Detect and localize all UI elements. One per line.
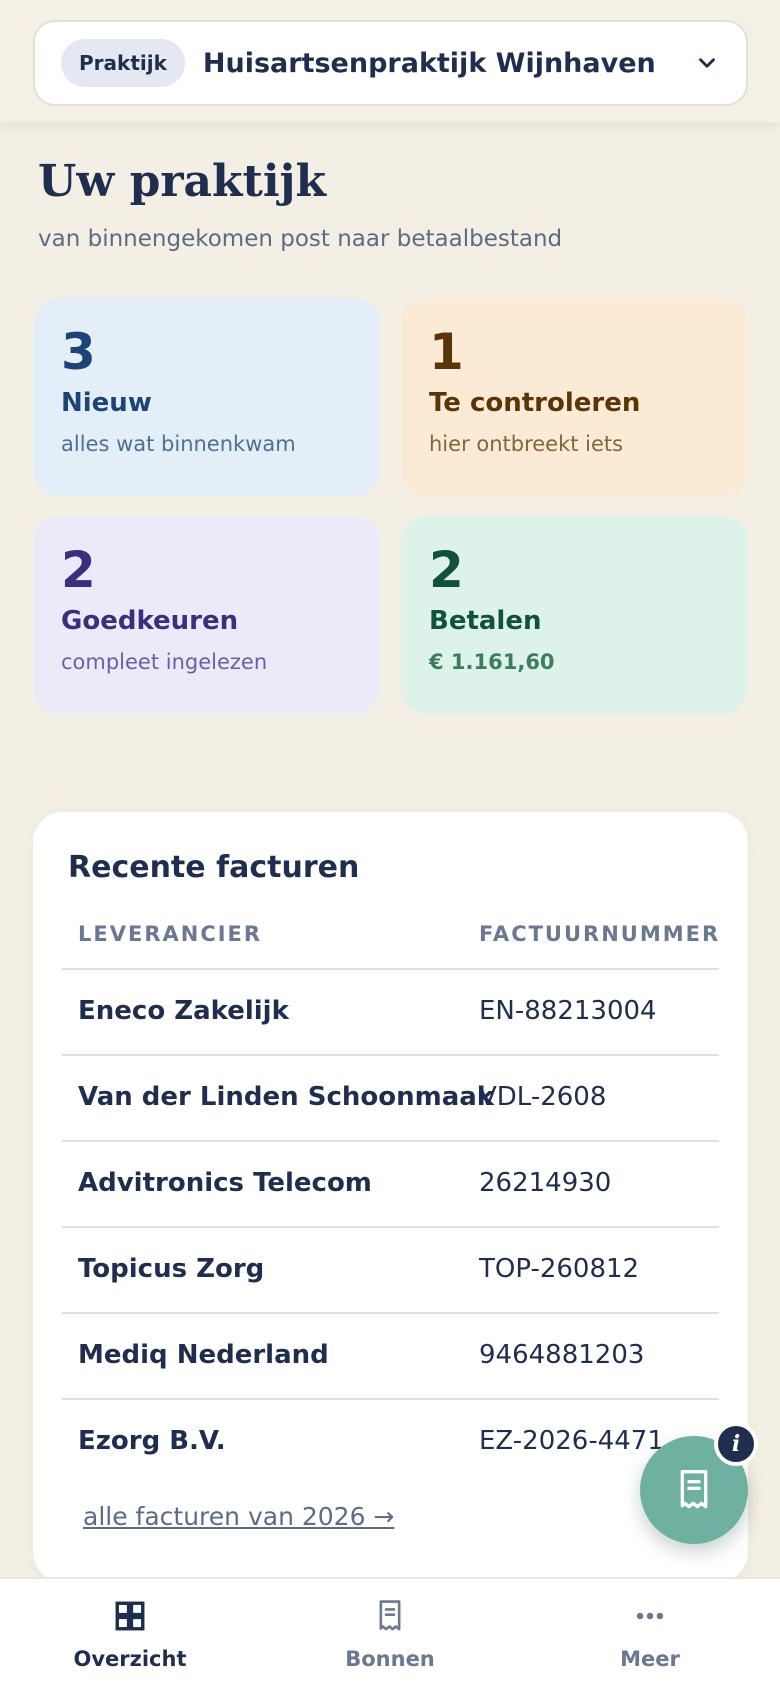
nav-item-bonnen[interactable]: Bonnen — [260, 1579, 520, 1688]
invoice-number-cell: 26214930 — [479, 1168, 612, 1198]
stat-card-nieuw[interactable]: 3 Nieuw alles wat binnenkwam — [33, 298, 380, 496]
all-invoices-link[interactable]: alle facturen van 2026 → — [83, 1502, 394, 1531]
table-row[interactable]: Eneco Zakelijk EN-88213004 — [62, 970, 719, 1056]
receipt-icon — [680, 1469, 708, 1509]
stat-label: Goedkeuren — [61, 606, 239, 636]
table-row[interactable]: Advitronics Telecom 26214930 — [62, 1142, 719, 1228]
nav-item-meer[interactable]: Meer — [520, 1579, 780, 1688]
practice-selector[interactable]: Praktijk Huisartsenpraktijk Wijnhaven — [33, 20, 748, 106]
invoice-number-cell: VDL-2608 — [479, 1082, 607, 1112]
supplier-cell: Mediq Nederland — [78, 1340, 329, 1370]
supplier-cell: Van der Linden Schoonmaak — [78, 1082, 495, 1112]
invoice-number-cell: EZ-2026-4471 — [479, 1426, 664, 1456]
practice-pill: Praktijk — [61, 39, 185, 87]
supplier-cell: Advitronics Telecom — [78, 1168, 372, 1198]
stat-card-betalen[interactable]: 2 Betalen € 1.161,60 — [401, 516, 748, 714]
stat-amount: € 1.161,60 — [429, 650, 555, 674]
stat-count: 2 — [61, 541, 96, 599]
supplier-cell: Ezorg B.V. — [78, 1426, 226, 1456]
table-row[interactable]: Ezorg B.V. EZ-2026-4471 — [62, 1400, 719, 1486]
supplier-cell: Topicus Zorg — [78, 1254, 265, 1284]
stat-count: 3 — [61, 323, 96, 381]
supplier-cell: Eneco Zakelijk — [78, 996, 289, 1026]
stat-card-goedkeuren[interactable]: 2 Goedkeuren compleet ingelezen — [33, 516, 380, 714]
practice-name: Huisartsenpraktijk Wijnhaven — [202, 47, 656, 79]
grid-icon — [115, 1601, 145, 1631]
receipt-icon — [379, 1600, 401, 1631]
stat-label: Te controleren — [429, 388, 641, 418]
stat-sub: compleet ingelezen — [61, 650, 268, 674]
nav-label: Overzicht — [73, 1647, 187, 1671]
nav-label: Bonnen — [345, 1647, 435, 1671]
recent-invoices-panel: Recente facturen LEVERANCIER FACTUURNUMM… — [33, 812, 748, 1582]
table-row[interactable]: Mediq Nederland 9464881203 — [62, 1314, 719, 1400]
nav-label: Meer — [620, 1647, 680, 1671]
stat-count: 2 — [429, 541, 464, 599]
nav-item-overzicht[interactable]: Overzicht — [0, 1579, 260, 1688]
stat-sub: hier ontbreekt iets — [429, 432, 624, 456]
stat-label: Betalen — [429, 606, 542, 636]
stat-count: 1 — [429, 323, 464, 381]
table-row[interactable]: Topicus Zorg TOP-260812 — [62, 1228, 719, 1314]
table-row[interactable]: Van der Linden Schoonmaak VDL-2608 — [62, 1056, 719, 1142]
stat-label: Nieuw — [61, 388, 152, 418]
panel-title: Recente facturen — [68, 850, 360, 885]
bottom-navigation: Overzicht Bonnen Meer — [0, 1577, 780, 1688]
page-subtitle: van binnengekomen post naar betaalbestan… — [38, 226, 563, 252]
table-header: LEVERANCIER FACTUURNUMMER — [62, 910, 719, 970]
stat-card-te-controleren[interactable]: 1 Te controleren hier ontbreekt iets — [401, 298, 748, 496]
invoice-table-body: Eneco Zakelijk EN-88213004 Van der Linde… — [62, 970, 719, 1486]
stat-sub: alles wat binnenkwam — [61, 432, 296, 456]
invoice-number-cell: 9464881203 — [479, 1340, 645, 1370]
chevron-down-icon — [699, 58, 715, 68]
more-icon — [636, 1612, 664, 1620]
invoice-number-cell: EN-88213004 — [479, 996, 657, 1026]
top-bar: Praktijk Huisartsenpraktijk Wijnhaven — [0, 0, 780, 122]
info-badge[interactable]: i — [714, 1422, 758, 1466]
page-title: Uw praktijk — [38, 156, 326, 207]
column-header-supplier: LEVERANCIER — [78, 922, 263, 946]
column-header-invoice-number: FACTUURNUMMER — [479, 922, 721, 946]
invoice-number-cell: TOP-260812 — [479, 1254, 640, 1284]
